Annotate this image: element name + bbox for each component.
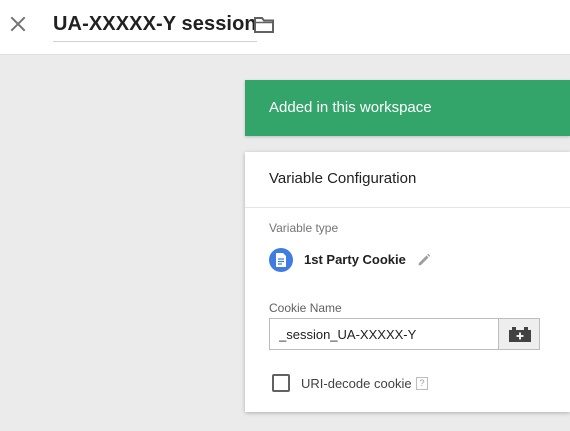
uri-decode-checkbox[interactable]	[272, 374, 290, 392]
workspace-status-banner: Added in this workspace	[245, 80, 570, 136]
variable-type-label: Variable type	[269, 221, 339, 235]
brick-plus-icon	[509, 327, 531, 342]
card-header: Variable Configuration	[245, 152, 570, 208]
variable-picker-button[interactable]	[498, 318, 540, 350]
uri-decode-label[interactable]: URI-decode cookie	[301, 376, 412, 391]
cookie-name-label: Cookie Name	[269, 301, 342, 315]
card-title: Variable Configuration	[269, 170, 417, 187]
close-icon[interactable]	[7, 13, 29, 35]
title-field[interactable]: UA-XXXXX-Y session	[53, 11, 257, 42]
folder-icon[interactable]	[253, 15, 275, 35]
banner-text: Added in this workspace	[269, 99, 432, 116]
variable-type-name: 1st Party Cookie	[304, 252, 406, 267]
pencil-icon[interactable]	[416, 252, 432, 268]
editor-header: UA-XXXXX-Y session	[0, 0, 570, 55]
document-icon	[269, 248, 293, 272]
variable-name-title[interactable]: UA-XXXXX-Y session	[53, 13, 257, 35]
variable-configuration-card: Variable Configuration Variable type 1st…	[245, 152, 570, 412]
cookie-name-input[interactable]	[269, 318, 499, 350]
help-icon[interactable]: ?	[416, 377, 428, 390]
